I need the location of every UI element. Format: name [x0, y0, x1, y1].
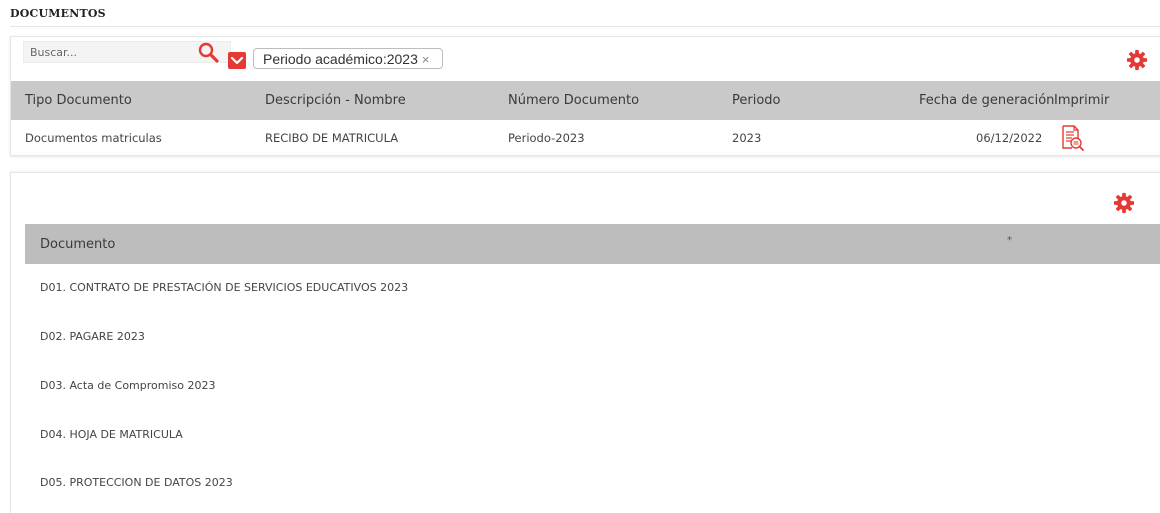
cell-periodo: 2023	[732, 131, 762, 145]
column-header-imprimir[interactable]: Imprimir	[1054, 93, 1109, 108]
list-item[interactable]: D01. CONTRATO DE PRESTACIÓN DE SERVICIOS…	[40, 281, 408, 294]
chevron-down-icon	[230, 56, 244, 65]
table-header: Documento *	[25, 224, 1160, 264]
close-icon[interactable]: ×	[422, 52, 430, 67]
list-item[interactable]: D04. HOJA DE MATRICULA	[40, 428, 183, 441]
column-header-tipo-documento[interactable]: Tipo Documento	[25, 93, 132, 108]
filter-chip-label: Periodo académico:2023	[263, 51, 418, 67]
document-search-icon[interactable]	[1060, 124, 1086, 152]
cell-tipo-documento: Documentos matriculas	[25, 131, 162, 145]
document-list-panel: Documento * D01. CONTRATO DE PRESTACIÓN …	[10, 172, 1160, 513]
column-header-descripcion[interactable]: Descripción - Nombre	[265, 93, 406, 108]
cell-fecha-generacion: 06/12/2022	[976, 131, 1043, 145]
list-item[interactable]: D05. PROTECCION DE DATOS 2023	[40, 476, 233, 489]
search-input[interactable]	[30, 44, 180, 60]
list-item[interactable]: D03. Acta de Compromiso 2023	[40, 379, 215, 392]
page-title: DOCUMENTOS	[10, 7, 106, 20]
title-divider	[10, 26, 1160, 27]
column-header-numero-documento[interactable]: Número Documento	[508, 93, 639, 108]
search-icon[interactable]	[197, 42, 221, 64]
column-header-extra: *	[1007, 235, 1012, 246]
column-header-periodo[interactable]: Periodo	[732, 93, 781, 108]
gear-icon[interactable]	[1113, 192, 1135, 214]
table-header: Tipo Documento Descripción - Nombre Núme…	[11, 81, 1160, 120]
filter-toggle-button[interactable]	[228, 52, 246, 69]
gear-icon[interactable]	[1126, 49, 1148, 71]
column-header-fecha-generacion[interactable]: Fecha de generación	[919, 93, 1054, 108]
filter-chip[interactable]: Periodo académico:2023 ×	[253, 48, 443, 69]
cell-descripcion: RECIBO DE MATRICULA	[265, 131, 399, 145]
cell-numero-documento: Periodo-2023	[508, 131, 585, 145]
list-item[interactable]: D02. PAGARE 2023	[40, 330, 145, 343]
search-box	[23, 41, 231, 63]
column-header-documento[interactable]: Documento	[40, 237, 115, 252]
documents-panel: Periodo académico:2023 × Tipo Documento D…	[10, 36, 1160, 156]
table-row: Documentos matriculas RECIBO DE MATRICUL…	[11, 120, 1160, 154]
